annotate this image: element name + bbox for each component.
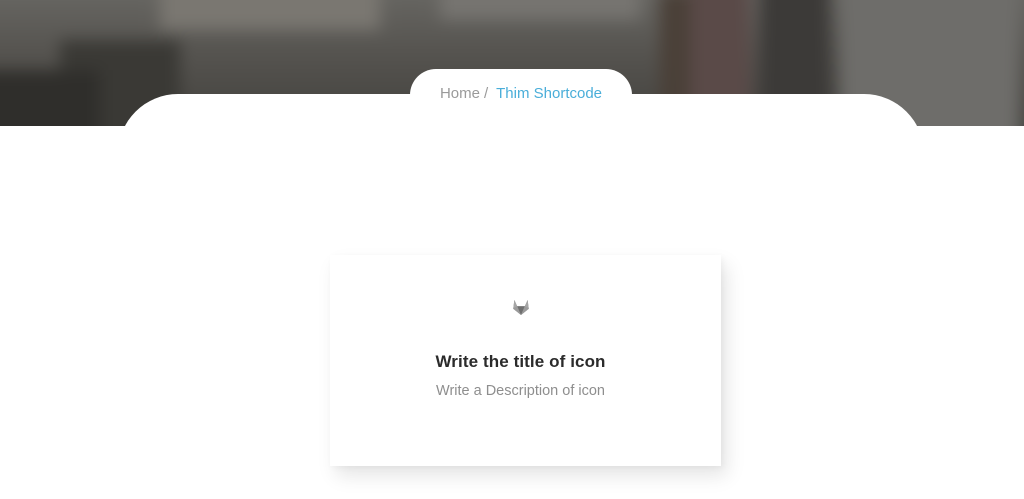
breadcrumb: Home / Thim Shortcode [410,69,632,119]
breadcrumb-separator: / [483,85,489,102]
icon-box-title: Write the title of icon [435,352,606,371]
gitlab-fox-icon [513,300,529,315]
icon-box-description: Write a Description of icon [436,383,605,399]
breadcrumb-home-link[interactable]: Home [440,85,480,102]
breadcrumb-current-page: Thim Shortcode [496,85,603,102]
